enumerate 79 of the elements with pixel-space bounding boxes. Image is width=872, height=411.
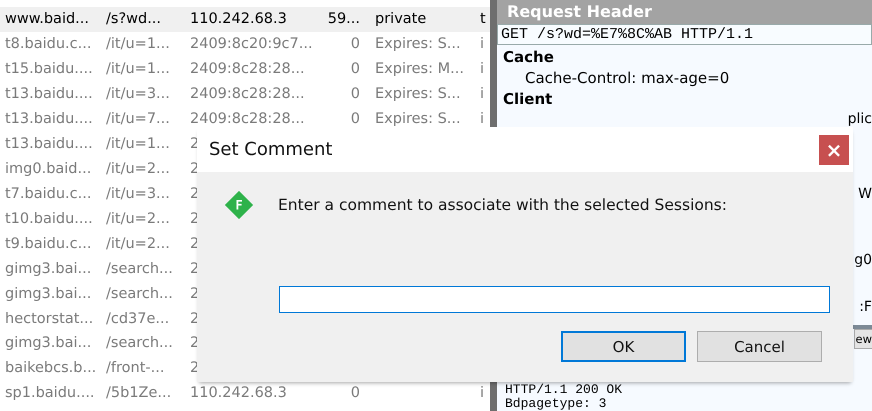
- body-size-cell: 0: [350, 385, 360, 402]
- ip-cell: 110.242.68.3: [190, 385, 287, 402]
- header-group: Client: [497, 87, 872, 108]
- header-line: W: [858, 186, 872, 202]
- caching-cell: Expires: M...: [375, 61, 464, 78]
- content-type-cell: t: [480, 11, 486, 28]
- body-size-cell: 0: [350, 36, 360, 52]
- host-cell: t9.baidu.c...: [5, 236, 92, 252]
- session-row[interactable]: t13.baidu.... /it/u=3... 2409:8c28:28... 0 Expires: S... i: [0, 82, 490, 107]
- session-row[interactable]: sp1.baidu.... /5b1Ze... 110.242.68.3 0 i: [0, 380, 490, 406]
- url-cell: /it/u=1...: [106, 61, 170, 78]
- caching-cell: Expires: S...: [375, 111, 461, 128]
- view-tab[interactable]: ew: [854, 329, 872, 349]
- host-cell: t8.baidu.c...: [5, 36, 92, 52]
- url-cell: /search...: [106, 335, 173, 352]
- session-row[interactable]: t15.baidu.... /it/u=1... 2409:8c28:28... 0 Expires: M... i: [0, 56, 490, 82]
- header-line: :F: [859, 299, 872, 315]
- url-cell: /cd37e...: [106, 310, 170, 327]
- host-cell: gimg3.bai...: [5, 335, 92, 352]
- url-cell: /search...: [106, 286, 173, 302]
- host-cell: gimg3.bai...: [5, 260, 92, 277]
- session-row[interactable]: t8.baidu.c... /it/u=1... 2409:8c20:9c7... 0 Expires: S... i: [0, 32, 490, 57]
- host-cell: t7.baidu.c...: [5, 186, 92, 202]
- dialog-message: Enter a comment to associate with the selected Sessions:: [278, 196, 727, 214]
- ok-button[interactable]: OK: [561, 331, 686, 362]
- content-type-cell: i: [480, 61, 484, 78]
- url-cell: /it/u=3...: [106, 186, 170, 202]
- body-size-cell: 59...: [328, 11, 360, 28]
- header-group: Cache: [497, 45, 872, 66]
- url-cell: /search...: [106, 260, 173, 277]
- header-line: g0: [854, 252, 872, 268]
- cancel-button[interactable]: Cancel: [697, 331, 822, 362]
- session-row[interactable]: www.baid... /s?wd... 110.242.68.3 59... private t: [0, 7, 490, 32]
- panel-header: Request Header: [497, 0, 872, 24]
- ip-cell: 2409:8c28:28...: [190, 111, 305, 128]
- host-cell: sp1.baidu....: [5, 385, 95, 402]
- url-cell: /it/u=2...: [106, 160, 170, 177]
- host-cell: t13.baidu....: [5, 111, 93, 128]
- ip-cell: 2409:8c28:28...: [190, 86, 305, 102]
- host-cell: img0.baid...: [5, 160, 92, 177]
- caching-cell: Expires: S...: [375, 86, 461, 102]
- host-cell: t13.baidu....: [5, 86, 93, 102]
- content-type-cell: i: [480, 385, 484, 402]
- header-line: plic: [848, 111, 872, 127]
- host-cell: t13.baidu....: [5, 136, 93, 152]
- url-cell: /it/u=3...: [106, 86, 170, 102]
- content-type-cell: i: [480, 86, 484, 102]
- url-cell: /it/u=1...: [106, 36, 170, 52]
- url-cell: /it/u=2...: [106, 236, 170, 252]
- caching-cell: private: [375, 11, 426, 28]
- host-cell: t10.baidu....: [5, 210, 93, 227]
- url-cell: /front-...: [106, 360, 164, 376]
- ip-cell: 2409:8c20:9c7...: [190, 36, 313, 52]
- url-cell: /5b1Ze...: [106, 385, 172, 402]
- close-button[interactable]: ×: [819, 134, 849, 164]
- comment-field[interactable]: [279, 286, 830, 313]
- ip-cell: 110.242.68.3: [190, 11, 287, 28]
- ip-cell: 2409:8c28:28...: [190, 61, 305, 78]
- header-line: Cache-Control: max-age=0: [524, 68, 730, 87]
- body-size-cell: 0: [350, 111, 360, 128]
- content-type-cell: i: [480, 36, 484, 52]
- host-cell: www.baid...: [5, 11, 90, 28]
- body-size-cell: 0: [350, 61, 360, 78]
- response-line: Bdpagetype: 3: [504, 397, 608, 411]
- dialog-title: Set Comment: [209, 139, 334, 160]
- host-cell: baikebcs.b...: [5, 360, 96, 376]
- host-cell: hectorstat...: [5, 310, 94, 327]
- url-cell: /it/u=1...: [106, 136, 170, 152]
- content-type-cell: i: [480, 111, 484, 128]
- response-line: HTTP/1.1 200 OK: [504, 383, 624, 397]
- host-cell: t15.baidu....: [5, 61, 93, 78]
- body-size-cell: 0: [350, 86, 360, 102]
- url-cell: /s?wd...: [106, 11, 162, 28]
- session-row[interactable]: t13.baidu.... /it/u=7... 2409:8c28:28... 0 Expires: S... i: [0, 106, 490, 132]
- url-cell: /it/u=2...: [106, 210, 170, 227]
- app-logo-icon: [222, 188, 256, 222]
- host-cell: gimg3.bai...: [5, 286, 92, 302]
- caching-cell: Expires: S...: [375, 36, 461, 52]
- url-cell: /it/u=7...: [106, 111, 170, 128]
